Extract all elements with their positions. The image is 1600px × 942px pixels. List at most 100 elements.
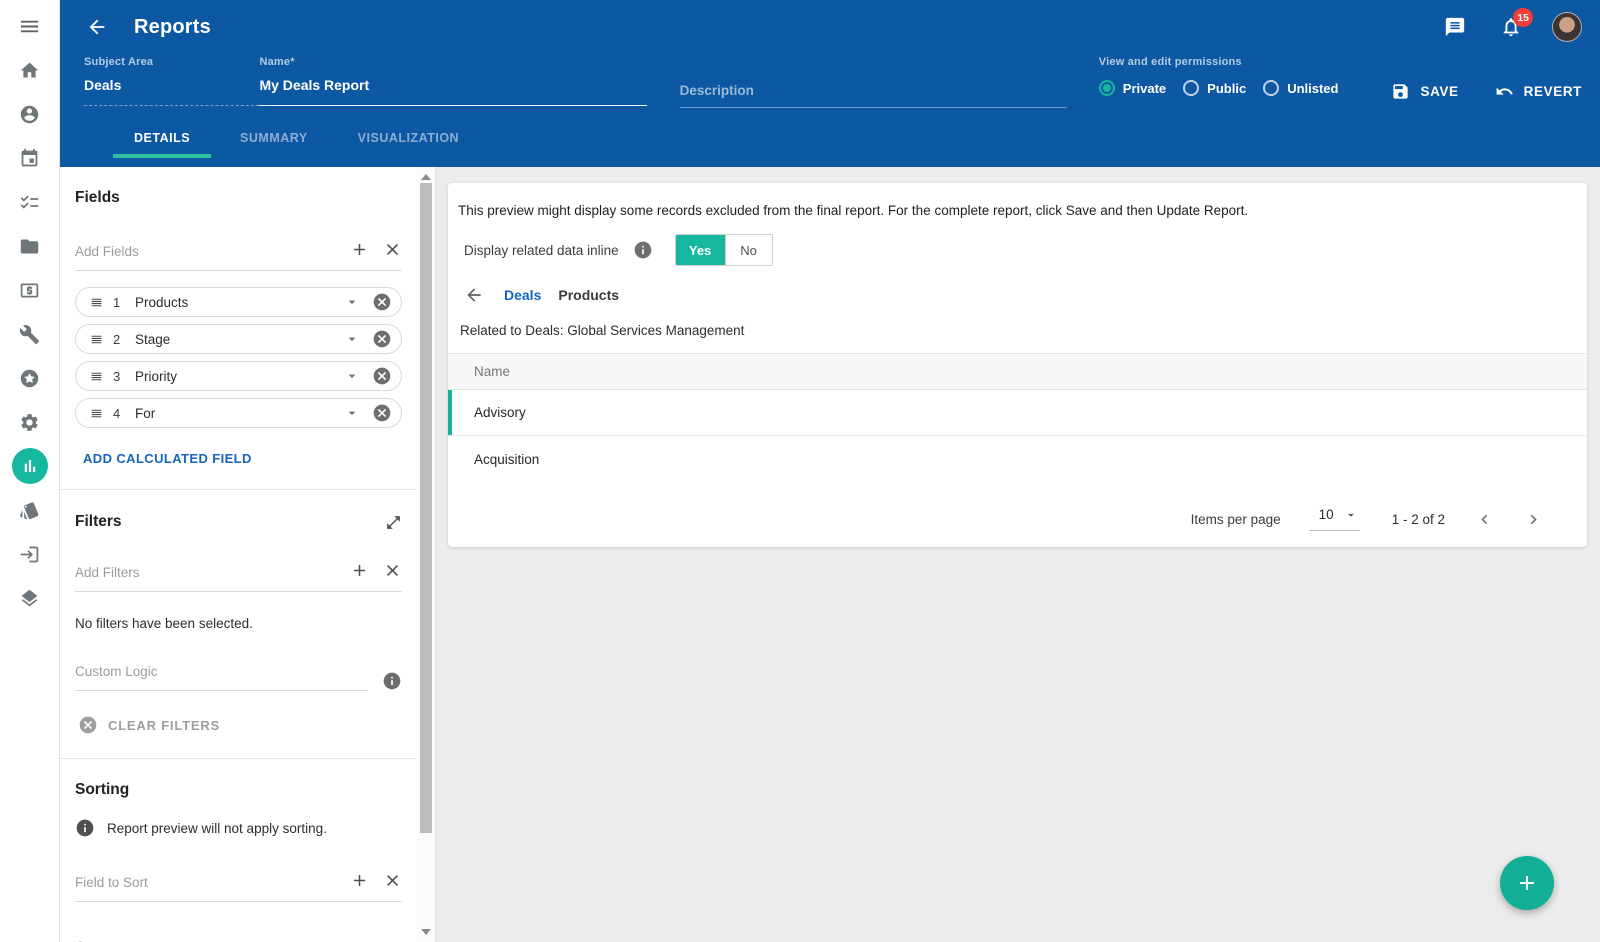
reports-icon-active[interactable] xyxy=(0,444,60,488)
tasks-icon[interactable] xyxy=(0,180,60,224)
tab-visualization[interactable]: VISUALIZATION xyxy=(337,121,480,158)
scroll-down-arrow[interactable] xyxy=(417,925,435,939)
settings-icon[interactable] xyxy=(0,400,60,444)
favorites-icon[interactable] xyxy=(0,356,60,400)
scrollbar-thumb[interactable] xyxy=(420,183,432,833)
tab-summary[interactable]: SUMMARY xyxy=(219,121,329,158)
field-chip-priority[interactable]: 3 Priority xyxy=(75,361,402,391)
items-per-page-label: Items per page xyxy=(1191,512,1281,527)
chevron-down-icon[interactable] xyxy=(344,331,360,347)
panel-scrollbar[interactable] xyxy=(417,167,436,942)
table-row[interactable]: Advisory xyxy=(448,390,1587,436)
notification-badge: 15 xyxy=(1513,8,1533,27)
save-button[interactable]: SAVE xyxy=(1391,82,1458,101)
radio-public[interactable]: Public xyxy=(1183,80,1246,96)
breadcrumb: Deals Products xyxy=(448,284,1587,306)
user-avatar[interactable] xyxy=(1552,12,1582,42)
subject-area-field[interactable]: Subject Area Deals xyxy=(84,56,259,106)
chevron-down-icon[interactable] xyxy=(344,294,360,310)
save-label: SAVE xyxy=(1420,84,1458,99)
add-sort-plus-icon[interactable] xyxy=(350,871,369,890)
breadcrumb-back-icon[interactable] xyxy=(464,285,484,305)
documents-icon[interactable] xyxy=(0,224,60,268)
clear-fields-x-icon[interactable] xyxy=(383,240,402,259)
notifications-bell-icon[interactable]: 15 xyxy=(1500,16,1522,38)
description-placeholder: Description xyxy=(680,83,1067,108)
preview-note: This preview might display some records … xyxy=(448,183,1587,218)
layers-icon[interactable] xyxy=(0,576,60,620)
scroll-up-arrow[interactable] xyxy=(417,170,435,184)
drag-handle-icon[interactable] xyxy=(89,370,104,383)
add-calculated-field-button[interactable]: ADD CALCULATED FIELD xyxy=(83,451,402,466)
custom-logic-info-icon[interactable] xyxy=(382,671,402,691)
calendar-icon[interactable] xyxy=(0,136,60,180)
report-name-field[interactable]: Name* My Deals Report xyxy=(259,56,646,106)
plus-icon xyxy=(1515,871,1539,895)
filters-heading: Filters xyxy=(75,513,122,531)
expand-filters-icon[interactable] xyxy=(385,514,402,531)
field-to-sort-placeholder: Field to Sort xyxy=(75,875,350,890)
field-to-sort-input[interactable]: Field to Sort xyxy=(75,871,402,902)
remove-field-icon[interactable] xyxy=(372,292,392,312)
custom-logic-input[interactable]: Custom Logic xyxy=(75,664,368,691)
field-order-number: 1 xyxy=(113,295,125,310)
subject-area-label: Subject Area xyxy=(84,56,259,68)
finance-icon[interactable] xyxy=(0,268,60,312)
add-filters-input[interactable]: Add Filters xyxy=(75,561,402,592)
field-chip-products[interactable]: 1 Products xyxy=(75,287,402,317)
breadcrumb-deals-link[interactable]: Deals xyxy=(504,287,541,303)
page-range-text: 1 - 2 of 2 xyxy=(1392,512,1445,527)
permissions-group: View and edit permissions Private Public… xyxy=(1099,56,1356,96)
table-row[interactable]: Acquisition xyxy=(448,436,1587,482)
tab-details[interactable]: DETAILS xyxy=(113,121,211,158)
revert-button[interactable]: REVERT xyxy=(1495,82,1582,101)
add-filter-plus-icon[interactable] xyxy=(350,561,369,580)
add-fab-button[interactable] xyxy=(1500,856,1554,910)
description-field[interactable]: Description xyxy=(680,56,1067,108)
preview-card: This preview might display some records … xyxy=(448,183,1587,547)
field-label: Priority xyxy=(135,369,344,384)
handshake-icon[interactable] xyxy=(0,488,60,532)
clear-filters-button[interactable]: CLEAR FILTERS xyxy=(78,715,402,735)
add-fields-input[interactable]: Add Fields xyxy=(75,240,402,271)
drag-handle-icon[interactable] xyxy=(89,333,104,346)
remove-field-icon[interactable] xyxy=(372,366,392,386)
tools-icon[interactable] xyxy=(0,312,60,356)
clear-filter-x-icon[interactable] xyxy=(383,561,402,580)
field-chip-for[interactable]: 4 For xyxy=(75,398,402,428)
chat-icon[interactable] xyxy=(1444,16,1466,38)
add-field-plus-icon[interactable] xyxy=(350,240,369,259)
exit-icon[interactable] xyxy=(0,532,60,576)
previous-page-button[interactable] xyxy=(1475,510,1494,529)
section-divider xyxy=(60,489,417,490)
sorting-note-text: Report preview will not apply sorting. xyxy=(107,821,327,836)
inline-toggle-info-icon[interactable] xyxy=(633,240,653,260)
chevron-down-icon[interactable] xyxy=(344,368,360,384)
home-icon[interactable] xyxy=(0,48,60,92)
field-chip-stage[interactable]: 2 Stage xyxy=(75,324,402,354)
sorting-heading: Sorting xyxy=(75,781,129,799)
page-size-select[interactable]: 10 xyxy=(1309,507,1360,531)
back-arrow-icon[interactable] xyxy=(86,16,108,38)
chevron-down-icon[interactable] xyxy=(344,405,360,421)
toggle-no-button[interactable]: No xyxy=(725,235,772,265)
toggle-yes-button[interactable]: Yes xyxy=(676,235,725,265)
fields-heading: Fields xyxy=(75,189,120,207)
next-page-button[interactable] xyxy=(1524,510,1543,529)
remove-field-icon[interactable] xyxy=(372,329,392,349)
hamburger-menu-icon[interactable] xyxy=(0,4,60,48)
clear-sort-x-icon[interactable] xyxy=(383,871,402,890)
row-value: Advisory xyxy=(474,405,526,420)
field-label: Products xyxy=(135,295,344,310)
radio-unlisted[interactable]: Unlisted xyxy=(1263,80,1338,96)
topbar: Reports 15 Subject Area Deals Name* My D… xyxy=(60,0,1600,167)
drag-handle-icon[interactable] xyxy=(89,407,104,420)
contacts-icon[interactable] xyxy=(0,92,60,136)
row-value: Acquisition xyxy=(474,452,539,467)
radio-public-circle xyxy=(1183,80,1199,96)
page-size-value: 10 xyxy=(1319,507,1334,522)
remove-field-icon[interactable] xyxy=(372,403,392,423)
drag-handle-icon[interactable] xyxy=(89,296,104,309)
radio-private[interactable]: Private xyxy=(1099,80,1166,96)
radio-public-label: Public xyxy=(1207,81,1246,96)
